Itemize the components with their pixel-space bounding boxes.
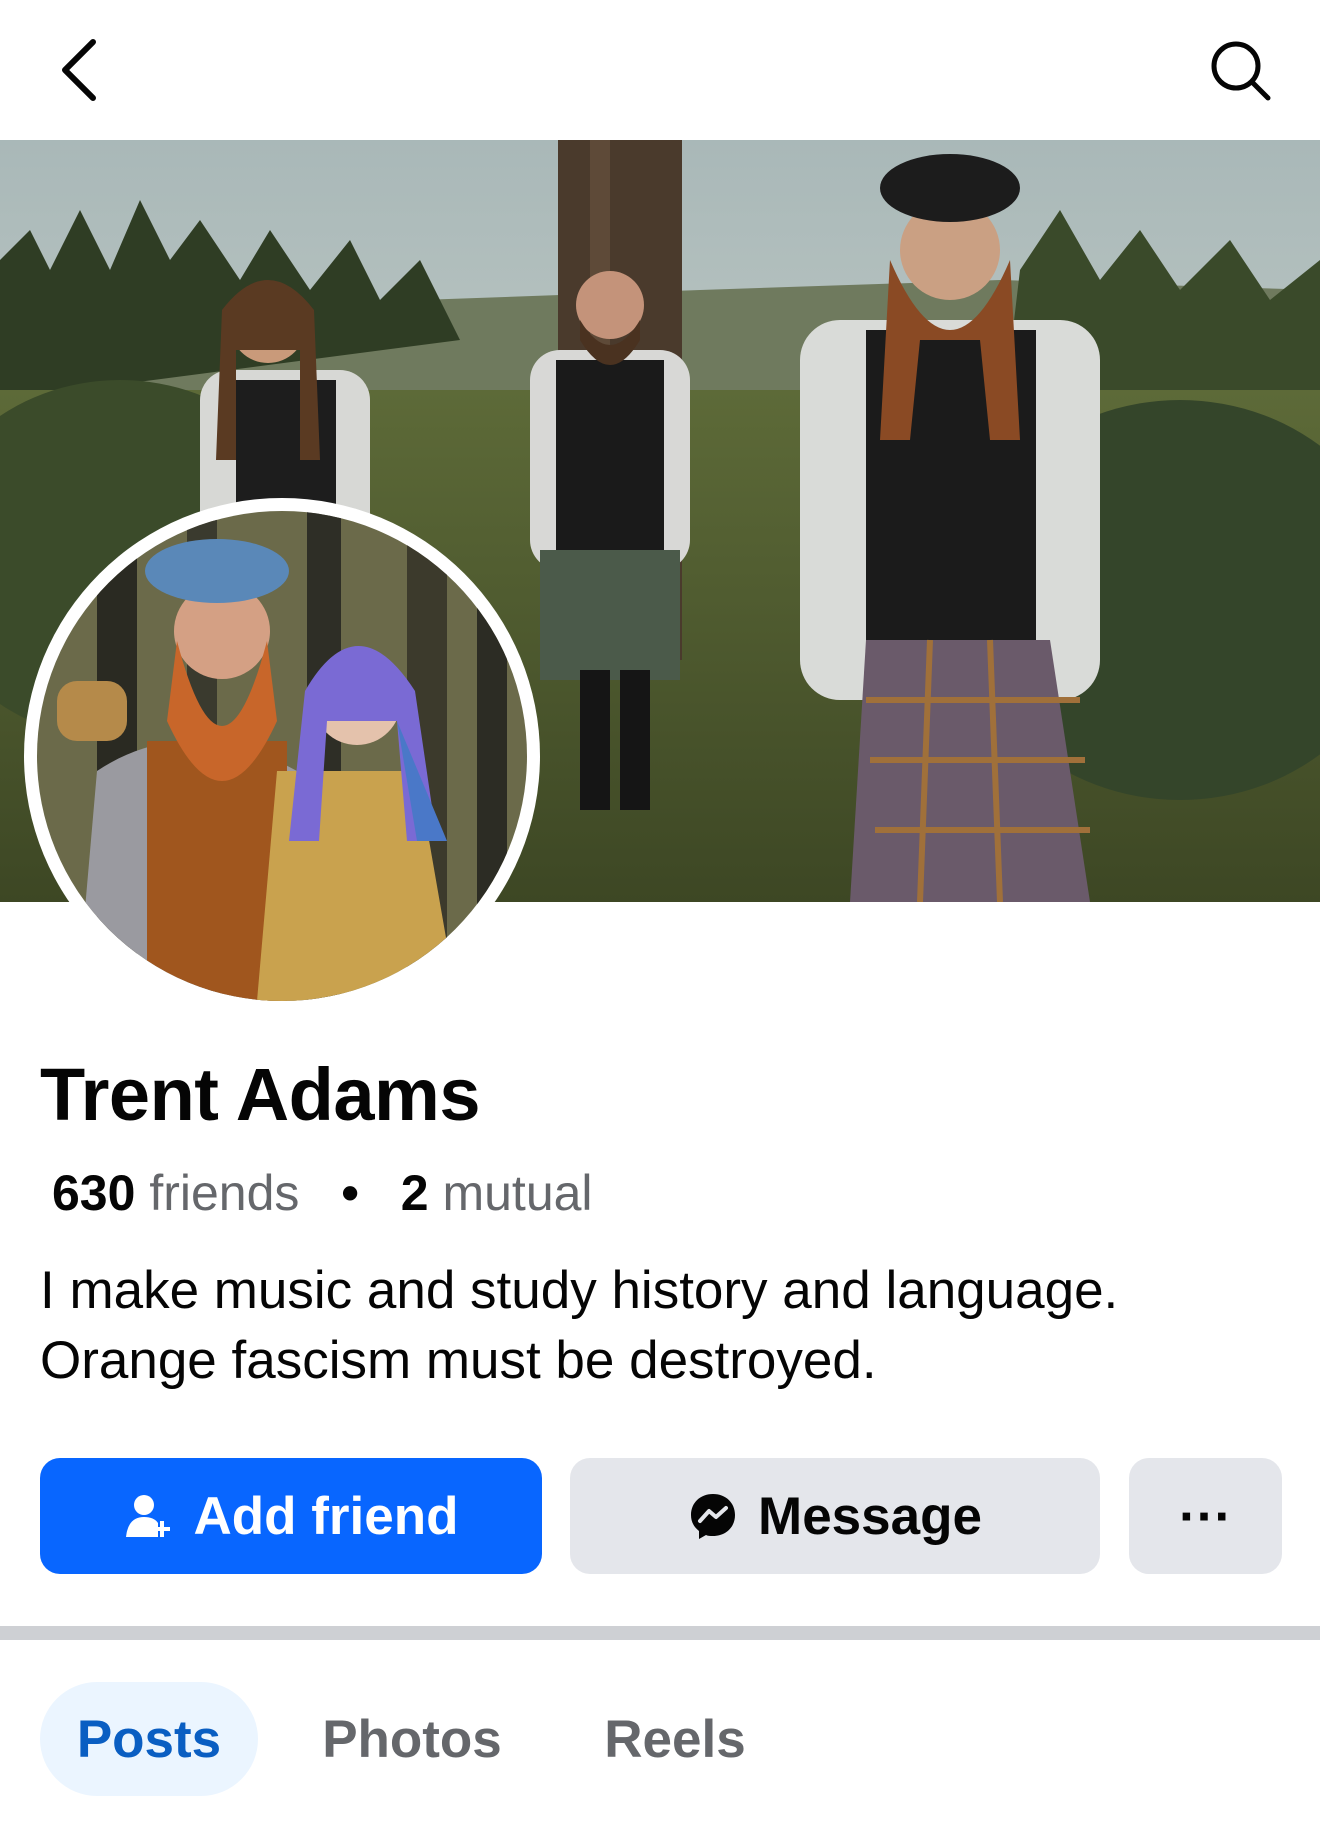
profile-bio: I make music and study history and langu… xyxy=(40,1256,1290,1396)
tab-posts[interactable]: Posts xyxy=(40,1682,258,1796)
friends-count-line[interactable]: 630 friends • 2 mutual xyxy=(52,1164,593,1222)
more-dots-icon: ··· xyxy=(1179,1486,1232,1546)
back-button[interactable] xyxy=(44,30,114,110)
friends-label: friends xyxy=(149,1165,300,1221)
person-plus-icon xyxy=(124,1491,174,1541)
more-options-button[interactable]: ··· xyxy=(1129,1458,1282,1574)
tab-photos[interactable]: Photos xyxy=(300,1682,524,1796)
tab-reels[interactable]: Reels xyxy=(585,1682,765,1796)
chevron-left-icon xyxy=(62,39,96,101)
friends-count: 630 xyxy=(52,1165,136,1221)
add-friend-button[interactable]: Add friend xyxy=(40,1458,542,1574)
message-button[interactable]: Message xyxy=(570,1458,1100,1574)
bio-line-2: Orange fascism must be destroyed. xyxy=(40,1331,877,1390)
messenger-icon xyxy=(688,1491,738,1541)
mutual-label: mutual xyxy=(442,1165,593,1221)
bio-line-1: I make music and study history and langu… xyxy=(40,1261,1119,1320)
separator-dot: • xyxy=(341,1165,359,1221)
search-icon xyxy=(1211,41,1271,101)
mutual-count: 2 xyxy=(400,1165,429,1221)
section-divider xyxy=(0,1626,1320,1640)
message-label: Message xyxy=(758,1486,982,1546)
profile-name: Trent Adams xyxy=(40,1053,480,1136)
search-button[interactable] xyxy=(1200,30,1280,110)
top-bar xyxy=(0,0,1320,140)
add-friend-label: Add friend xyxy=(193,1486,459,1546)
profile-avatar[interactable] xyxy=(24,498,540,1014)
